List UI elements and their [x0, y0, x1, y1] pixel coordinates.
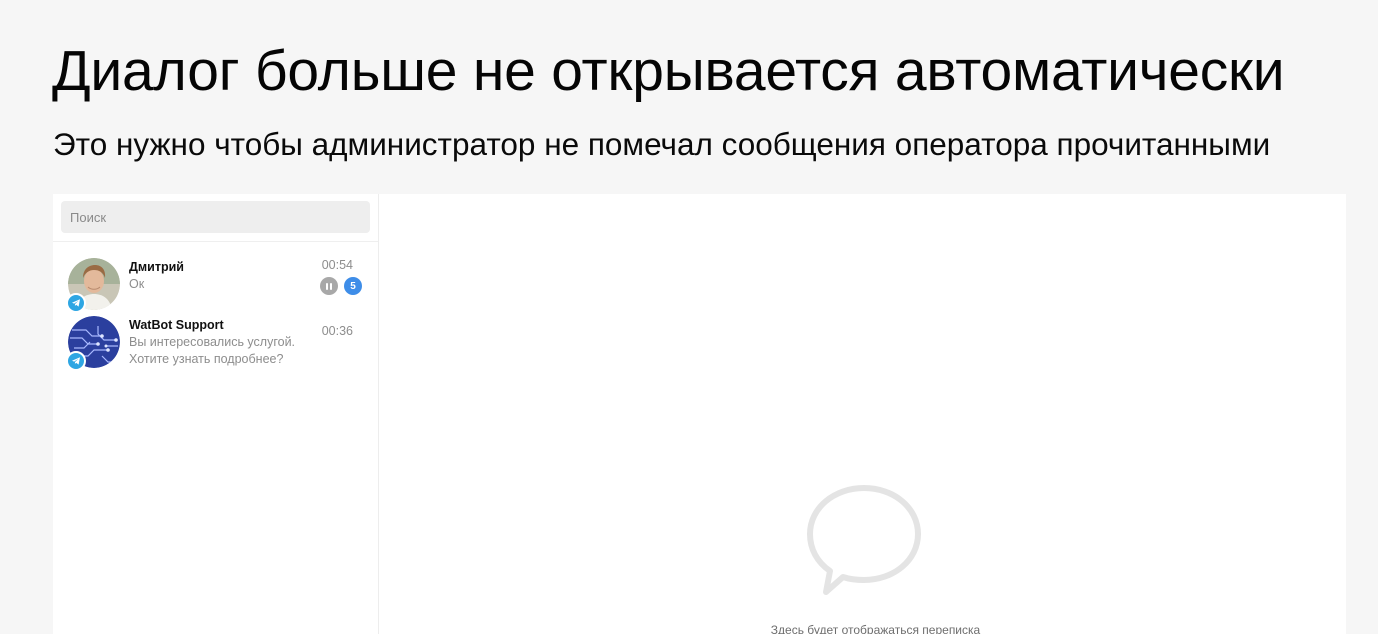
chat-status: 5	[320, 277, 362, 295]
slide-title: Диалог больше не открывается автоматичес…	[52, 39, 1285, 103]
app-window: Дмитрий Ок 00:54 5	[53, 194, 1346, 634]
empty-state-text: Здесь будет отображаться переписка	[770, 623, 981, 634]
conversation-area: Здесь будет отображаться переписка	[379, 194, 1346, 634]
chat-list: Дмитрий Ок 00:54 5 WatBot Support Вы инт…	[53, 242, 378, 388]
slide: Диалог больше не открывается автоматичес…	[0, 0, 1378, 634]
pause-icon	[320, 277, 338, 295]
chat-list-item[interactable]: WatBot Support Вы интересовались услугой…	[53, 308, 378, 388]
chat-bubble-icon	[807, 485, 921, 595]
slide-subtitle: Это нужно чтобы администратор не помечал…	[53, 126, 1271, 162]
search-bar	[53, 194, 378, 242]
chat-time: 00:54	[321, 258, 353, 272]
chat-list-item[interactable]: Дмитрий Ок 00:54 5	[53, 242, 378, 313]
chat-time: 00:36	[321, 324, 353, 338]
chat-preview: Вы интересовались услугой. Хотите узнать…	[129, 334, 362, 368]
chat-preview-line: Хотите узнать подробнее?	[129, 352, 284, 366]
chat-sidebar: Дмитрий Ок 00:54 5	[53, 194, 379, 634]
search-input[interactable]	[61, 201, 370, 233]
avatar-wrap	[66, 316, 120, 371]
unread-badge: 5	[344, 277, 362, 295]
avatar-wrap	[66, 258, 120, 313]
telegram-icon	[66, 351, 86, 371]
